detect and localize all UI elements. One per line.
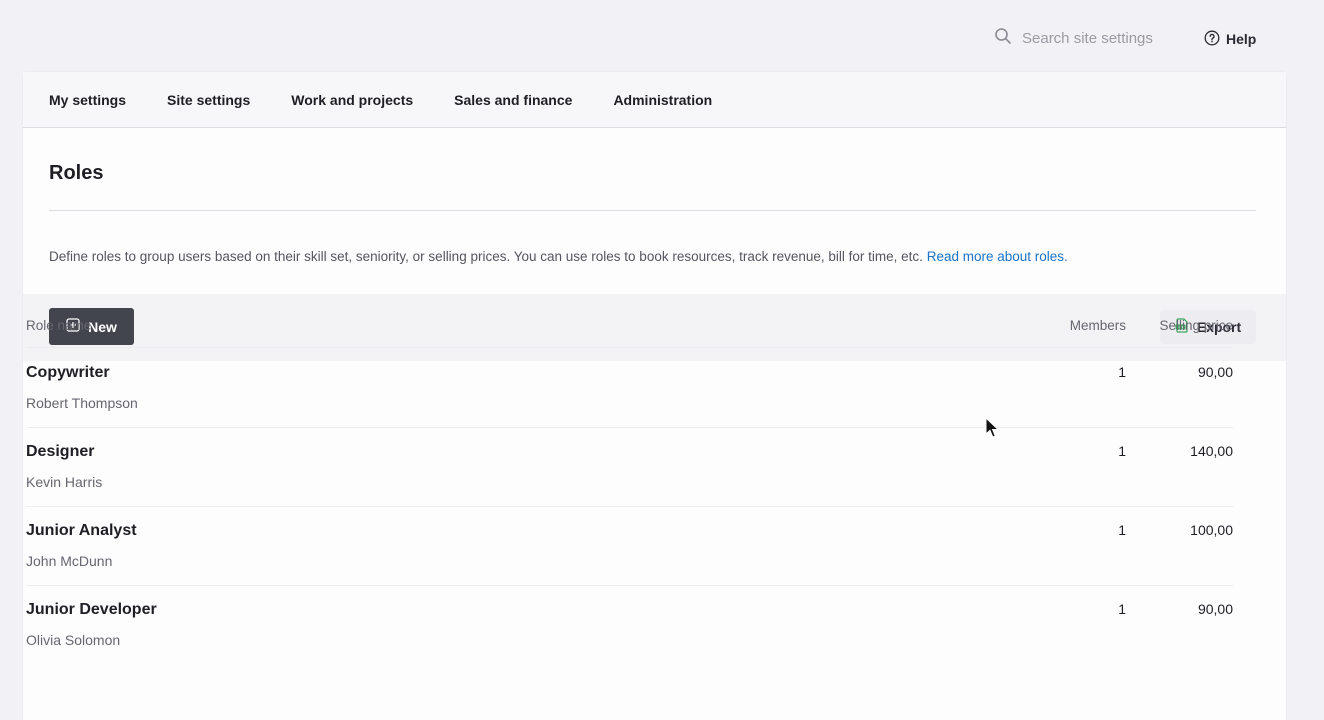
search-settings[interactable]: Search site settings [994, 28, 1153, 48]
role-members-count: 1 [1118, 601, 1126, 617]
role-member: John McDunn [26, 553, 113, 569]
role-member: Olivia Solomon [26, 632, 121, 648]
search-input[interactable]: Search site settings [1022, 30, 1153, 47]
tab-work-and-projects[interactable]: Work and projects [291, 92, 413, 108]
role-selling-price: 140,00 [1190, 443, 1233, 459]
role-members-count: 1 [1118, 443, 1126, 459]
help-circle-icon [1204, 30, 1220, 49]
role-name[interactable]: Designer [26, 443, 94, 461]
table-row[interactable]: Copywriter Robert Thompson 1 90,00 [26, 349, 1233, 428]
column-selling-price[interactable]: Selling price [1159, 318, 1233, 333]
role-selling-price: 90,00 [1197, 601, 1233, 617]
column-role-name[interactable]: Role name [26, 318, 91, 333]
help-label: Help [1226, 31, 1257, 47]
settings-nav: My settings Site settings Work and proje… [23, 72, 1286, 128]
role-selling-price: 100,00 [1190, 522, 1233, 538]
description-text: Define roles to group users based on the… [49, 249, 923, 264]
role-selling-price: 90,00 [1197, 364, 1233, 380]
page-description: Define roles to group users based on the… [49, 249, 1256, 264]
tab-sales-and-finance[interactable]: Sales and finance [454, 92, 572, 108]
search-icon [994, 27, 1012, 49]
role-members-count: 1 [1118, 364, 1126, 380]
role-name[interactable]: Junior Analyst [26, 522, 137, 540]
page-title: Roles [49, 162, 104, 184]
table-row[interactable]: Designer Kevin Harris 1 140,00 [26, 428, 1233, 507]
table-row[interactable]: Junior Developer Olivia Solomon 1 90,00 [26, 586, 1233, 665]
role-name[interactable]: Copywriter [26, 364, 110, 382]
tab-site-settings[interactable]: Site settings [167, 92, 250, 108]
role-member: Kevin Harris [26, 474, 103, 490]
tab-administration[interactable]: Administration [613, 92, 712, 108]
role-member: Robert Thompson [26, 395, 138, 411]
column-members[interactable]: Members [1070, 318, 1126, 333]
help-button[interactable]: Help [1204, 30, 1256, 48]
title-divider [49, 210, 1256, 211]
roles-table-body: Copywriter Robert Thompson 1 90,00 Desig… [26, 349, 1233, 665]
read-more-link[interactable]: Read more about roles. [927, 249, 1068, 264]
top-bar: Search site settings Help [0, 0, 1324, 72]
roles-table-header: Role name Members Selling price [26, 318, 1233, 348]
role-members-count: 1 [1118, 522, 1126, 538]
tab-my-settings[interactable]: My settings [49, 92, 126, 108]
table-row[interactable]: Junior Analyst John McDunn 1 100,00 [26, 507, 1233, 586]
role-name[interactable]: Junior Developer [26, 601, 157, 619]
